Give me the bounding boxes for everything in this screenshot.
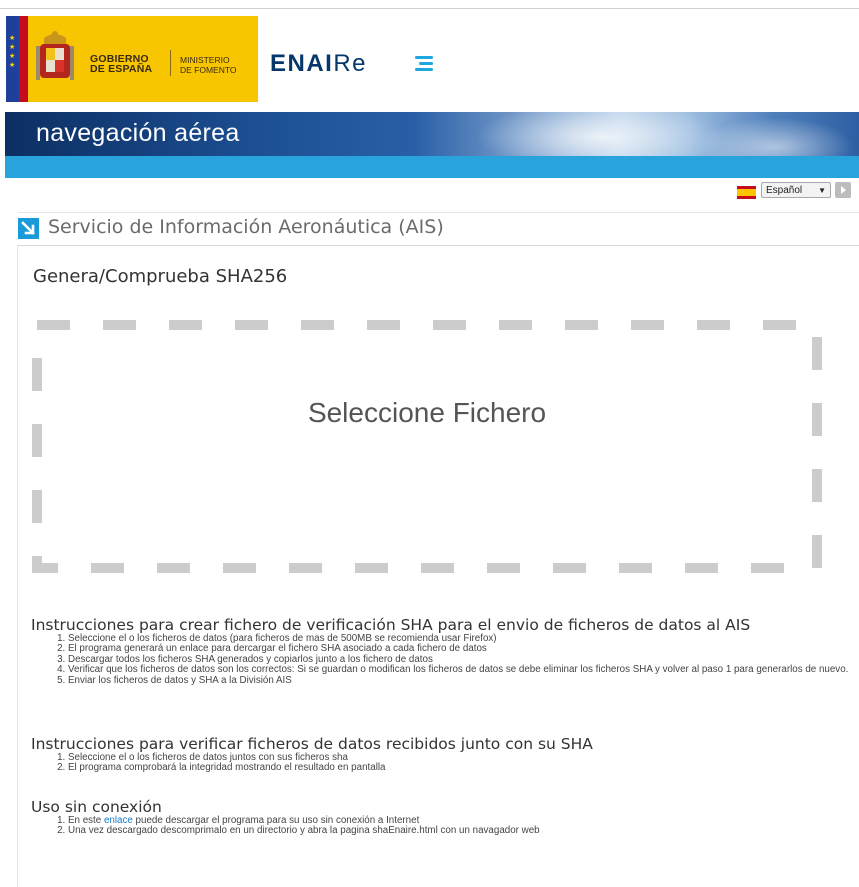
enaire-lines-icon xyxy=(415,54,435,74)
instructions-create-list: Seleccione el o los ficheros de datos (p… xyxy=(31,633,856,686)
instructions-verify: Instrucciones para verificar ficheros de… xyxy=(31,735,856,774)
section-header: Servicio de Información Aeronáutica (AIS… xyxy=(18,214,859,246)
dropzone-border xyxy=(32,320,822,573)
list-item: Enviar los ficheros de datos y SHA a la … xyxy=(68,675,856,686)
dropdown-arrow-icon: ▼ xyxy=(818,186,826,195)
gobierno-logo[interactable]: ★ ★ ★ ★ GOBIERNO DE ESPAÑA MINISTERIO DE FO… xyxy=(6,16,258,102)
eu-flag: ★ ★ ★ ★ xyxy=(6,16,19,102)
language-go-button[interactable] xyxy=(835,182,851,198)
page-title: Genera/Comprueba SHA256 xyxy=(33,266,288,287)
nav-bar xyxy=(5,156,859,178)
top-divider xyxy=(0,8,859,9)
gobierno-text: GOBIERNO DE ESPAÑA xyxy=(90,53,153,75)
section-divider xyxy=(18,212,859,213)
offline-usage: Uso sin conexión En este enlace puede de… xyxy=(31,798,856,837)
spain-stripe xyxy=(19,16,28,102)
enaire-logo-bold: ENAI xyxy=(270,50,334,77)
list-item: El programa comprobará la integridad mos… xyxy=(68,762,856,773)
enaire-logo-thin: Re xyxy=(333,50,368,77)
dropzone-label: Seleccione Fichero xyxy=(307,397,547,428)
instructions-create-heading: Instrucciones para crear fichero de veri… xyxy=(31,616,751,634)
offline-heading: Uso sin conexión xyxy=(31,798,162,816)
language-select[interactable]: Español ▼ xyxy=(761,182,831,198)
list-item: Una vez descargado descomprimalo en un d… xyxy=(68,825,856,836)
instructions-create: Instrucciones para crear fichero de veri… xyxy=(31,616,856,686)
ministerio-text: MINISTERIO DE FOMENTO xyxy=(180,55,237,75)
spain-flag-icon xyxy=(737,186,756,199)
logo-separator xyxy=(170,50,171,76)
offline-list: En este enlace puede descargar el progra… xyxy=(31,815,856,837)
header-banner: navegación aérea xyxy=(5,112,859,156)
section-title: Servicio de Información Aeronáutica (AIS… xyxy=(48,216,444,238)
enaire-logo[interactable]: ENAIRe xyxy=(270,50,367,78)
download-link[interactable]: enlace xyxy=(104,815,133,826)
banner-title: navegación aérea xyxy=(36,119,240,147)
coat-of-arms-icon xyxy=(36,31,74,80)
file-dropzone[interactable]: Seleccione Fichero xyxy=(32,320,822,573)
instructions-verify-heading: Instrucciones para verificar ficheros de… xyxy=(31,735,593,753)
instructions-verify-list: Seleccione el o los ficheros de datos ju… xyxy=(31,752,856,774)
arrow-down-right-icon xyxy=(18,218,39,239)
content-border xyxy=(17,245,18,887)
